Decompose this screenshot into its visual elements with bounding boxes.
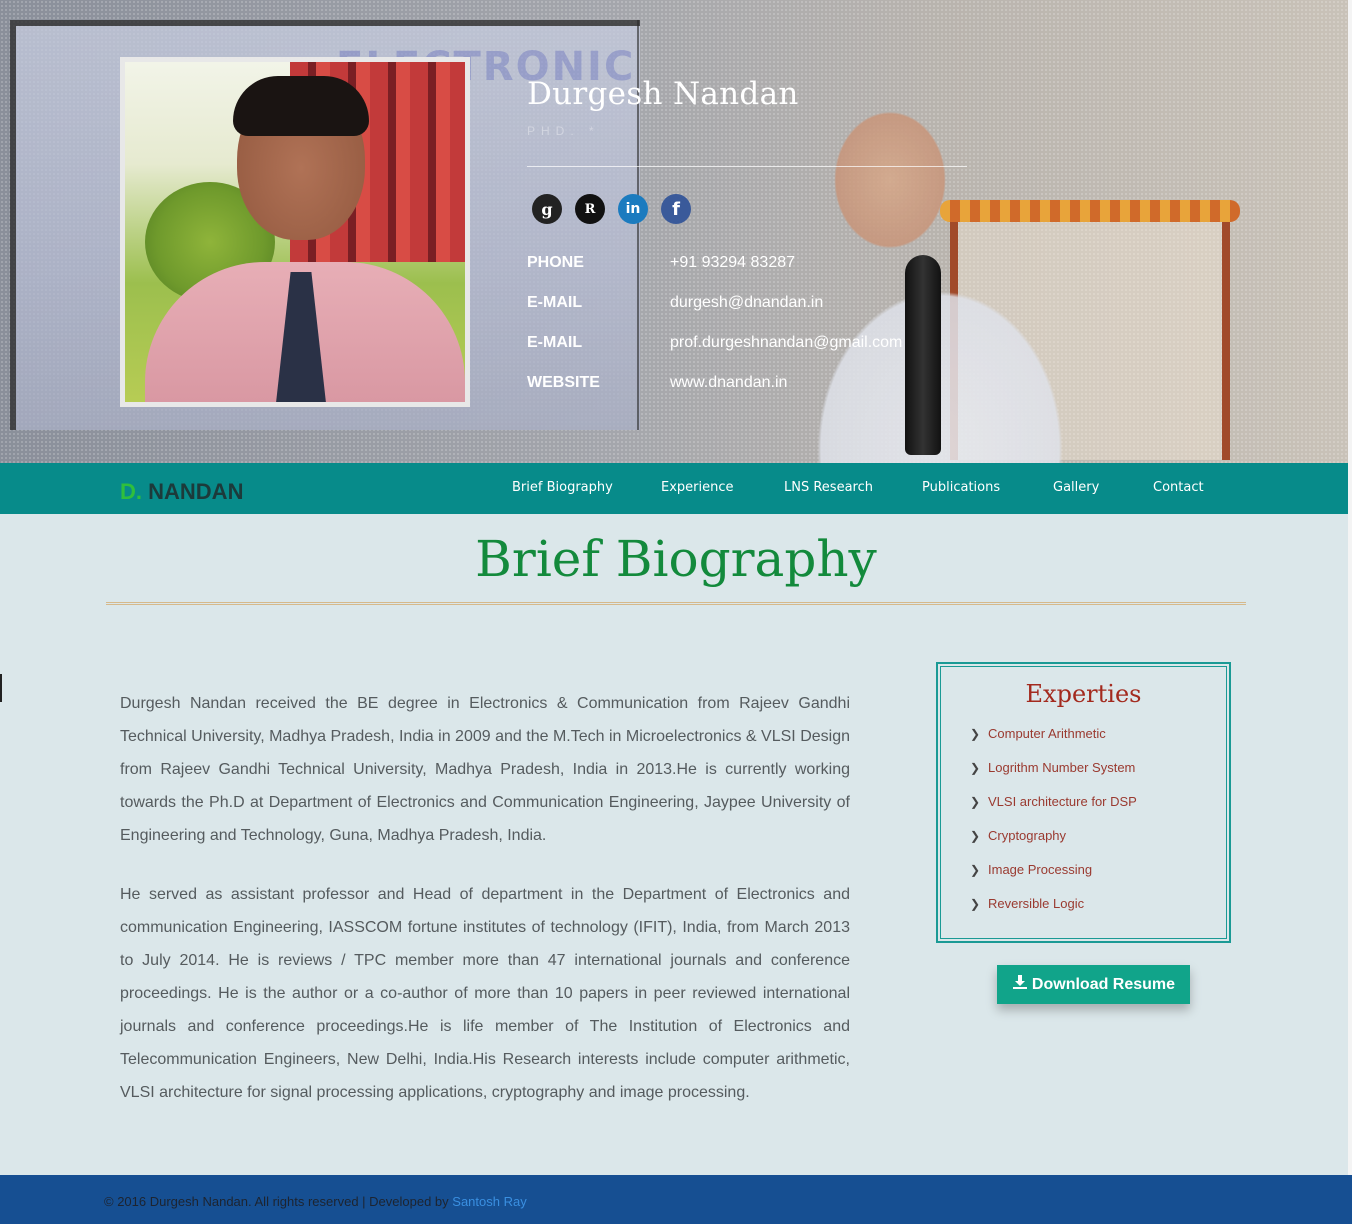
bio-paragraph: Durgesh Nandan received the BE degree in…	[120, 695, 850, 844]
download-icon	[1012, 974, 1028, 995]
hero-name: Durgesh Nandan	[527, 76, 799, 112]
developer-link[interactable]: Santosh Ray	[452, 1194, 526, 1209]
nav-link-lns-research[interactable]: LNS Research	[784, 480, 873, 495]
chevron-right-icon: ❯	[970, 795, 981, 809]
contact-label: PHONE	[527, 254, 584, 271]
brand-logo[interactable]: D. NANDAN	[120, 479, 243, 505]
contact-value[interactable]: durgesh@dnandan.in	[670, 294, 823, 312]
navbar: D. NANDAN Brief Biography Experience LNS…	[0, 463, 1352, 514]
experties-item: ❯ Logrithm Number System	[970, 760, 1136, 775]
page-right-edge	[1348, 0, 1352, 1224]
contact-label: E-MAIL	[527, 334, 583, 351]
footer: © 2016 Durgesh Nandan. All rights reserv…	[0, 1175, 1352, 1224]
hero-divider	[527, 166, 967, 167]
section-divider	[106, 602, 1246, 605]
experties-title: Experties	[1025, 680, 1142, 708]
bio-paragraph: He served as assistant professor and Hea…	[120, 886, 850, 1101]
experties-item: ❯ VLSI architecture for DSP	[970, 794, 1137, 809]
experties-item: ❯ Image Processing	[970, 862, 1093, 877]
contact-label: E-MAIL	[527, 294, 583, 311]
download-resume-button[interactable]: Download Resume	[997, 965, 1190, 1004]
experties-item: ❯ Cryptography	[970, 828, 1067, 843]
footer-copyright: © 2016 Durgesh Nandan. All rights reserv…	[104, 1194, 527, 1209]
nav-link-publications[interactable]: Publications	[922, 480, 1000, 495]
brand-name: NANDAN	[148, 479, 244, 504]
download-resume-label: Download Resume	[1031, 975, 1176, 993]
chevron-right-icon: ❯	[970, 829, 981, 843]
profile-photo	[120, 57, 470, 407]
page-edge-mark	[0, 674, 2, 702]
social-links: g R in f	[532, 194, 691, 224]
hero-banner: ELECTRONIC Durgesh Nandan PHD. * g R in …	[0, 0, 1352, 463]
chevron-right-icon: ❯	[970, 897, 981, 911]
section-title: Brief Biography	[475, 530, 877, 588]
brand-initial: D.	[120, 479, 142, 504]
microphone	[905, 255, 941, 455]
contact-label: WEBSITE	[527, 374, 600, 391]
chevron-right-icon: ❯	[970, 761, 981, 775]
researchgate-icon[interactable]: R	[575, 194, 605, 224]
linkedin-icon[interactable]: in	[618, 194, 648, 224]
experties-item: ❯ Computer Arithmetic	[970, 726, 1106, 741]
contact-value[interactable]: +91 93294 83287	[670, 254, 795, 272]
hero-degree: PHD. *	[527, 124, 600, 138]
chevron-right-icon: ❯	[970, 727, 981, 741]
nav-link-gallery[interactable]: Gallery	[1053, 480, 1099, 495]
nav-link-contact[interactable]: Contact	[1153, 480, 1204, 495]
nav-link-brief-biography[interactable]: Brief Biography	[512, 480, 613, 495]
facebook-icon[interactable]: f	[661, 194, 691, 224]
nav-link-experience[interactable]: Experience	[661, 480, 734, 495]
chevron-right-icon: ❯	[970, 863, 981, 877]
experties-panel: Experties ❯ Computer Arithmetic ❯ Logrithm…	[936, 662, 1231, 943]
contact-value[interactable]: www.dnandan.in	[670, 374, 787, 392]
experties-item: ❯ Reversible Logic	[970, 896, 1085, 911]
contact-value[interactable]: prof.durgeshnandan@gmail.com	[670, 334, 902, 352]
google-scholar-icon[interactable]: g	[532, 194, 562, 224]
